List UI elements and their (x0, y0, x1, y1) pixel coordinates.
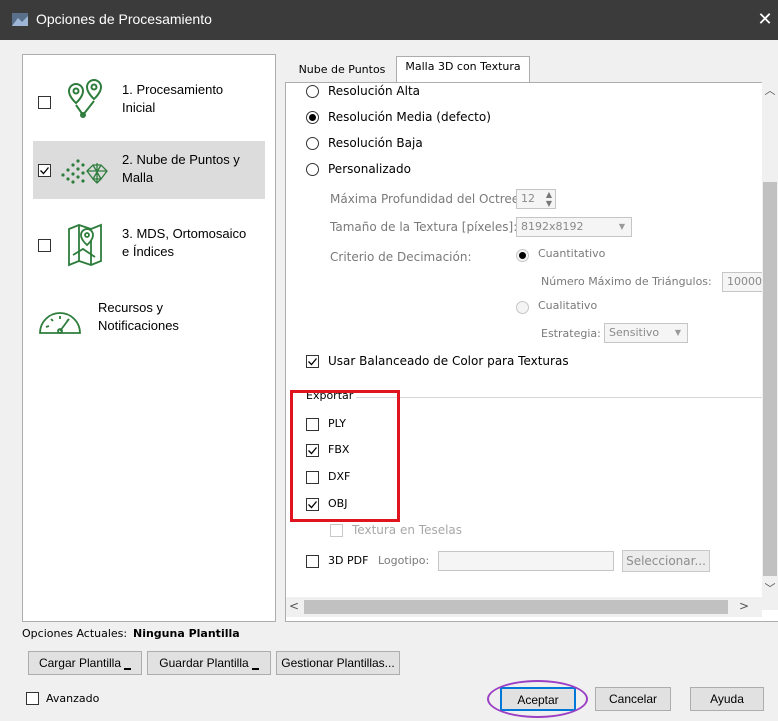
chevron-down-icon: ▼ (618, 222, 625, 231)
octree-label: Máxima Profundidad del Octree: (330, 192, 524, 206)
sidebar-item-checkbox[interactable] (38, 164, 51, 177)
select-logo-button[interactable]: Seleccionar... (622, 550, 710, 572)
logo-label: Logotipo: (378, 554, 430, 567)
window-title: Opciones de Procesamiento (36, 11, 212, 27)
decimation-label: Criterio de Decimación: (330, 250, 472, 264)
strategy-select[interactable]: Sensitivo ▼ (604, 323, 688, 343)
radio-cualitativo[interactable] (516, 301, 529, 314)
current-options-value: Ninguna Plantilla (133, 627, 240, 640)
sidebar-item-recursos-notificaciones[interactable]: Recursos y Notificaciones (23, 291, 275, 351)
advanced-label: Avanzado (46, 692, 100, 705)
radio-label: Cuantitativo (538, 247, 606, 260)
check-mark-icon (40, 167, 49, 175)
strategy-label: Estrategia: (541, 327, 601, 340)
radio-label: Resolución Alta (328, 84, 421, 98)
export-group-separator (356, 397, 766, 398)
dropdown-marker-icon (124, 668, 132, 670)
sidebar-item-procesamiento-inicial[interactable]: 1. Procesamiento Inicial (23, 67, 275, 137)
horizontal-scrollbar-thumb[interactable] (304, 600, 728, 614)
current-options-label: Opciones Actuales: (22, 627, 128, 640)
mesh-options-panel: Resolución Alta Resolución Media (defect… (285, 82, 778, 622)
tab-nube-de-puntos[interactable]: Nube de Puntos (291, 60, 393, 82)
sidebar-item-label: Inicial (122, 100, 156, 115)
app-icon (12, 13, 28, 26)
tiled-texture-checkbox[interactable] (330, 524, 343, 537)
advanced-checkbox[interactable] (26, 692, 39, 705)
color-balance-label: Usar Balanceado de Color para Texturas (328, 354, 569, 368)
vertical-scrollbar-thumb[interactable] (763, 182, 777, 576)
max-triangles-label: Número Máximo de Triángulos: (541, 275, 712, 288)
logo-input[interactable] (438, 551, 614, 571)
chevron-down-icon: ▼ (674, 328, 681, 337)
max-triangles-value: 10000 (727, 275, 762, 288)
sidebar-item-mds-ortomosaico[interactable]: 3. MDS, Ortomosaico e Índices (23, 211, 275, 281)
texture-size-value: 8192x8192 (521, 220, 584, 233)
map-icon (68, 223, 102, 267)
chevron-left-icon[interactable]: < (288, 599, 300, 613)
sidebar-item-checkbox[interactable] (38, 239, 51, 252)
radio-label: Resolución Media (defecto) (328, 110, 491, 124)
vertical-scrollbar[interactable]: ︿ ﹀ (762, 82, 778, 610)
tab-malla-3d-con-textura[interactable]: Malla 3D con Textura (396, 56, 530, 82)
texture-size-label: Tamaño de la Textura [píxeles]: (330, 220, 518, 234)
sidebar-item-label: Malla (122, 170, 154, 185)
sidebar-item-label: e Índices (122, 244, 175, 259)
octree-value: 12 (521, 192, 535, 205)
tiled-texture-label: Textura en Teselas (352, 523, 463, 537)
sidebar-item-checkbox[interactable] (38, 96, 51, 109)
category-sidebar: 1. Procesamiento Inicial 2. Nube de Punt… (22, 54, 276, 622)
strategy-value: Sensitivo (609, 326, 660, 339)
location-pins-icon (67, 79, 103, 118)
load-template-label: Cargar Plantilla (38, 656, 122, 670)
check-mark-icon (308, 358, 317, 366)
3d-pdf-checkbox[interactable] (306, 555, 319, 568)
save-template-label: Guardar Plantilla (159, 656, 249, 670)
export-highlight-box (290, 390, 400, 522)
chevron-up-icon[interactable]: ︿ (764, 82, 776, 98)
sidebar-item-label: 2. Nube de Puntos y (122, 152, 240, 167)
octree-spinbox[interactable]: 12 ▲ ▼ (516, 189, 556, 209)
radio-personalizado[interactable] (306, 163, 319, 176)
radio-cuantitativo[interactable] (516, 249, 529, 262)
sidebar-item-label: Recursos y (98, 300, 164, 315)
chevron-down-icon[interactable]: ﹀ (764, 580, 776, 596)
help-button[interactable]: Ayuda (690, 687, 764, 711)
texture-size-select[interactable]: 8192x8192 ▼ (516, 217, 632, 237)
cancel-button[interactable]: Cancelar (595, 687, 671, 711)
sidebar-item-nube-de-puntos[interactable]: 2. Nube de Puntos y Malla (33, 141, 265, 199)
close-button[interactable]: ✕ (752, 0, 778, 40)
radio-label: Personalizado (328, 162, 411, 176)
sidebar-item-label: 3. MDS, Ortomosaico (122, 226, 247, 241)
3d-pdf-label: 3D PDF (328, 554, 369, 567)
sidebar-item-label: 1. Procesamiento (122, 82, 224, 97)
gauge-icon (39, 312, 81, 334)
radio-resolucion-media[interactable] (306, 111, 319, 124)
save-template-button[interactable]: Guardar Plantilla (147, 651, 271, 675)
radio-label: Cualitativo (538, 299, 598, 312)
title-bar: Opciones de Procesamiento ✕ (0, 0, 778, 40)
manage-templates-button[interactable]: Gestionar Plantillas... (276, 651, 400, 675)
horizontal-scrollbar[interactable]: < > (286, 597, 762, 617)
accept-highlight-ellipse (487, 680, 588, 718)
radio-resolucion-alta[interactable] (306, 85, 319, 98)
load-template-button[interactable]: Cargar Plantilla (28, 651, 142, 675)
point-cloud-icon (61, 159, 108, 184)
radio-label: Resolución Baja (328, 136, 423, 150)
dropdown-marker-icon (251, 668, 259, 670)
radio-resolucion-baja[interactable] (306, 137, 319, 150)
color-balance-checkbox[interactable] (306, 355, 319, 368)
sidebar-item-label: Notificaciones (98, 318, 179, 333)
chevron-right-icon[interactable]: > (738, 599, 750, 613)
spin-arrows-icon: ▲ ▼ (545, 190, 552, 208)
